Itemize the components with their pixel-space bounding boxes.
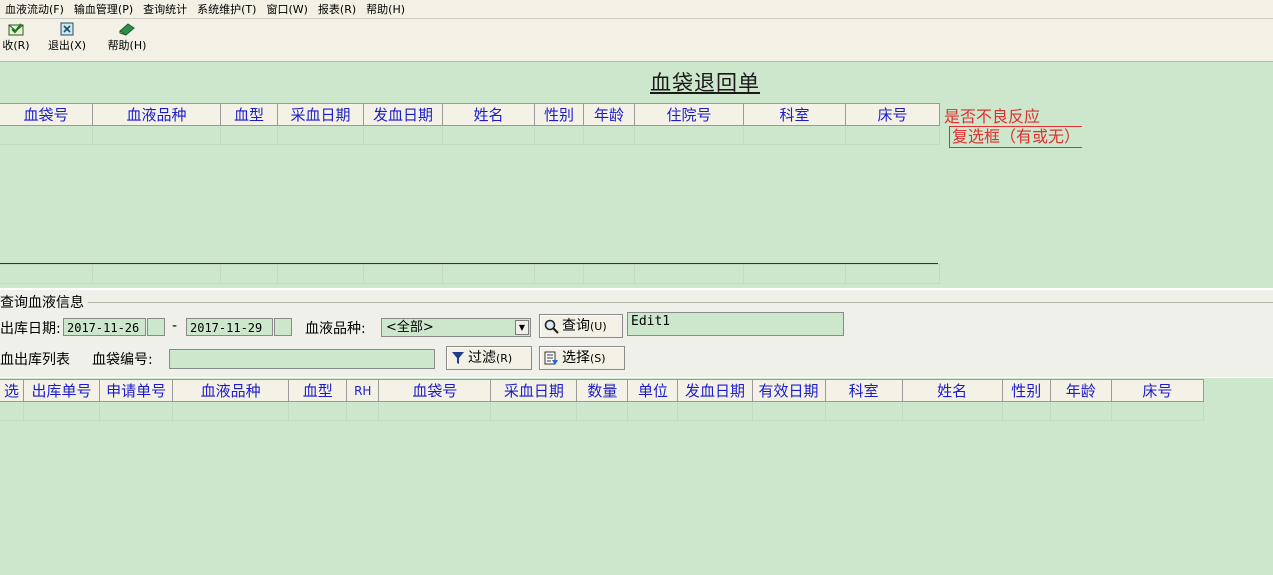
filter-icon — [452, 352, 464, 364]
col-header[interactable]: 选 — [0, 379, 25, 402]
menu-query-stats[interactable]: 查询统计 — [138, 1, 192, 17]
menu-help[interactable]: 帮助(H) — [361, 1, 410, 17]
edit1-field[interactable]: Edit1 — [627, 312, 844, 336]
col-header[interactable]: 年龄 — [583, 103, 635, 126]
search-icon — [544, 319, 559, 334]
return-grid-header: 血袋号 血液品种 血型 采血日期 发血日期 姓名 性别 年龄 住院号 科室 床号 — [0, 103, 940, 126]
variety-value: <全部> — [386, 320, 434, 335]
col-header[interactable]: 姓名 — [901, 379, 1003, 402]
bag-number-input[interactable] — [169, 349, 435, 369]
menu-window[interactable]: 窗口(W) — [261, 1, 312, 17]
adverse-reaction-note: 是否不良反应 — [944, 107, 1041, 126]
col-header[interactable]: RH — [346, 379, 380, 402]
select-button[interactable]: 选择(S) — [539, 346, 625, 370]
menu-bar: 血液流动(F) 输血管理(P) 查询统计 系统维护(T) 窗口(W) 报表(R)… — [0, 0, 1273, 19]
query-panel: 查询血液信息 出库日期: 2017-11-26 - 2017-11-29 血液品… — [0, 288, 1273, 378]
query-button[interactable]: 查询(U) — [539, 314, 623, 338]
col-header[interactable]: 申请单号 — [99, 379, 174, 402]
date-label: 出库日期: — [0, 321, 61, 337]
col-header[interactable]: 科室 — [743, 103, 846, 126]
col-header[interactable]: 床号 — [1110, 379, 1205, 402]
select-icon — [544, 351, 558, 365]
col-header[interactable]: 出库单号 — [23, 379, 101, 402]
table-row[interactable] — [0, 264, 940, 284]
query-group-title: 查询血液信息 — [0, 295, 84, 311]
help-button[interactable]: 帮助(H) — [104, 22, 150, 53]
col-header[interactable]: 年龄 — [1049, 379, 1112, 402]
col-header[interactable]: 住院号 — [634, 103, 744, 126]
menu-transfusion[interactable]: 输血管理(P) — [69, 1, 138, 17]
receive-button[interactable]: 收(R) — [0, 22, 32, 53]
col-header[interactable]: 发血日期 — [363, 103, 443, 126]
book-icon — [119, 23, 135, 36]
col-header[interactable]: 姓名 — [442, 103, 535, 126]
col-header[interactable]: 性别 — [534, 103, 584, 126]
return-grid-footer-row[interactable] — [0, 264, 940, 284]
variety-select[interactable]: <全部> ▼ — [381, 318, 531, 337]
col-header[interactable]: 血液品种 — [92, 103, 221, 126]
return-grid[interactable]: 血袋号 血液品种 血型 采血日期 发血日期 姓名 性别 年龄 住院号 科室 床号 — [0, 103, 940, 145]
date-from-field[interactable]: 2017-11-26 — [63, 318, 146, 336]
col-header[interactable]: 采血日期 — [277, 103, 364, 126]
checkbox-note: 复选框（有或无） — [949, 126, 1083, 148]
date-to-picker[interactable] — [274, 318, 292, 336]
page-title: 血袋退回单 — [650, 71, 760, 95]
col-header[interactable]: 床号 — [845, 103, 940, 126]
table-row[interactable] — [0, 401, 1205, 421]
chevron-down-icon[interactable]: ▼ — [515, 320, 529, 335]
filter-button-label: 过滤 — [468, 350, 496, 366]
filter-hotkey: (R) — [496, 352, 513, 365]
select-hotkey: (S) — [590, 352, 606, 365]
exit-button[interactable]: 退出(X) — [44, 22, 90, 53]
bag-number-label: 血袋编号: — [92, 352, 153, 368]
exit-label: 退出(X) — [47, 39, 87, 52]
col-header[interactable]: 发血日期 — [677, 379, 753, 402]
col-header[interactable]: 血型 — [220, 103, 278, 126]
col-header[interactable]: 数量 — [576, 379, 629, 402]
receive-label: 收(R) — [2, 39, 30, 52]
col-header[interactable]: 血型 — [288, 379, 348, 402]
date-to-field[interactable]: 2017-11-29 — [186, 318, 273, 336]
col-header[interactable]: 科室 — [824, 379, 903, 402]
help-label: 帮助(H) — [107, 39, 147, 52]
select-button-label: 选择 — [562, 350, 590, 366]
col-header[interactable]: 血袋号 — [0, 103, 93, 126]
outbound-list-area: 选 出库单号 申请单号 血液品种 血型 RH 血袋号 采血日期 数量 单位 发血… — [0, 377, 1273, 575]
col-header[interactable]: 采血日期 — [490, 379, 578, 402]
date-dash: - — [172, 318, 178, 334]
exit-icon — [60, 22, 74, 36]
filter-button[interactable]: 过滤(R) — [446, 346, 532, 370]
date-from-picker[interactable] — [147, 318, 165, 336]
menu-blood-flow[interactable]: 血液流动(F) — [0, 1, 69, 17]
outbound-grid-header: 选 出库单号 申请单号 血液品种 血型 RH 血袋号 采血日期 数量 单位 发血… — [0, 379, 1205, 402]
outbound-grid[interactable]: 选 出库单号 申请单号 血液品种 血型 RH 血袋号 采血日期 数量 单位 发血… — [0, 379, 1205, 421]
col-header[interactable]: 性别 — [1001, 379, 1051, 402]
col-header[interactable]: 血液品种 — [172, 379, 290, 402]
menu-report[interactable]: 报表(R) — [313, 1, 361, 17]
variety-label: 血液品种: — [305, 321, 366, 337]
query-hotkey: (U) — [590, 320, 607, 333]
col-header[interactable]: 血袋号 — [378, 379, 492, 402]
table-row[interactable] — [0, 125, 940, 145]
query-button-label: 查询 — [562, 318, 590, 334]
col-header[interactable]: 有效日期 — [751, 379, 826, 402]
group-divider — [88, 302, 1273, 303]
list-label: 血出库列表 — [0, 352, 70, 368]
toolbar: 收(R) 退出(X) 帮助(H) — [0, 19, 1273, 62]
return-form-area: 血袋退回单 血袋号 血液品种 血型 采血日期 发血日期 姓名 性别 年龄 住院号… — [0, 62, 1273, 288]
col-header[interactable]: 单位 — [627, 379, 679, 402]
receive-icon — [8, 23, 24, 36]
menu-system[interactable]: 系统维护(T) — [192, 1, 261, 17]
